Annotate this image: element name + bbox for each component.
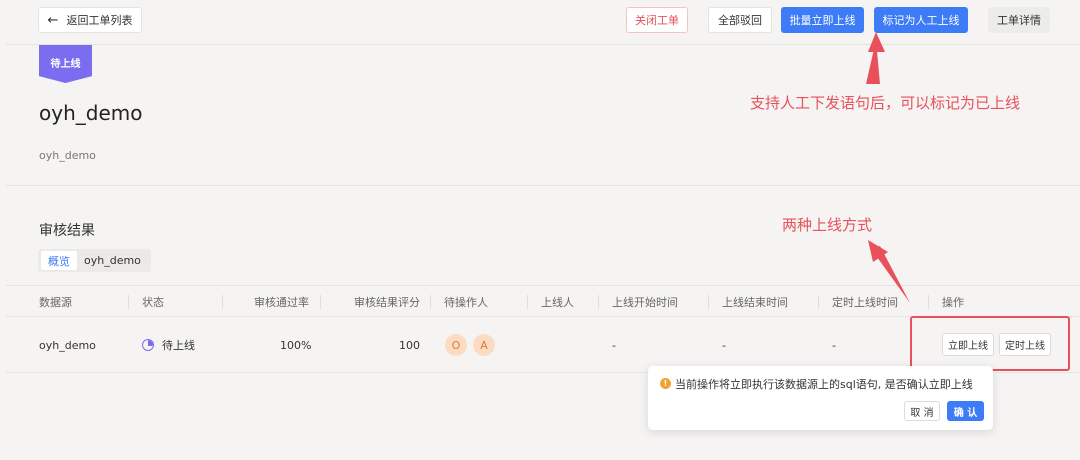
- column-header: 定时上线时间: [832, 295, 898, 309]
- status-cell: 待上线: [142, 317, 195, 373]
- column-separator: [128, 295, 129, 309]
- pending-status-icon: [142, 339, 154, 351]
- pass-rate-cell: 100%: [280, 338, 312, 352]
- status-text: 待上线: [162, 339, 195, 352]
- page-title: oyh_demo: [39, 101, 143, 125]
- column-header: 上线开始时间: [612, 295, 678, 309]
- operators-cell: O A: [445, 317, 501, 373]
- mark-manual-online-button[interactable]: 标记为人工上线: [874, 7, 968, 33]
- column-header: 待操作人: [444, 295, 488, 309]
- cancel-button[interactable]: 取 消: [904, 401, 940, 421]
- close-ticket-button[interactable]: 关闭工单: [626, 7, 688, 33]
- batch-online-button[interactable]: 批量立即上线: [781, 7, 864, 33]
- avatar: A: [473, 334, 495, 356]
- tab-overview[interactable]: 概览: [41, 251, 77, 270]
- confirm-button[interactable]: 确 认: [947, 401, 984, 421]
- annotation-highlight-box: [910, 316, 1070, 371]
- column-separator: [598, 295, 599, 309]
- score-cell: 100: [399, 338, 420, 352]
- warning-icon: !: [660, 378, 671, 389]
- arrow-left-icon: ←: [47, 12, 59, 28]
- column-header: 状态: [142, 295, 164, 309]
- back-label: 返回工单列表: [66, 14, 133, 27]
- column-separator: [818, 295, 819, 309]
- column-separator: [708, 295, 709, 309]
- datasource-cell: oyh_demo: [39, 338, 96, 352]
- end-time-cell: -: [722, 338, 726, 352]
- confirm-message: 当前操作将立即执行该数据源上的sql语句, 是否确认立即上线: [675, 378, 973, 391]
- reject-all-button[interactable]: 全部驳回: [708, 7, 772, 33]
- column-separator: [320, 295, 321, 309]
- result-tabs: 概览 oyh_demo: [38, 249, 151, 272]
- column-separator: [527, 295, 528, 309]
- column-header: 审核结果评分: [354, 295, 420, 309]
- column-header: 上线人: [541, 295, 574, 309]
- ticket-detail-button[interactable]: 工单详情: [988, 7, 1050, 33]
- status-badge: 待上线: [39, 45, 92, 83]
- annotation-text: 两种上线方式: [782, 216, 873, 234]
- tab-oyh-demo[interactable]: oyh_demo: [77, 251, 148, 270]
- table-header: 数据源 状态 审核通过率 审核结果评分 待操作人 上线人 上线开始时间 上线结束…: [6, 285, 1080, 317]
- annotation-text: 支持人工下发语句后，可以标记为已上线: [750, 94, 1021, 112]
- page-subtitle: oyh_demo: [39, 149, 96, 162]
- column-separator: [430, 295, 431, 309]
- avatar: O: [445, 334, 467, 356]
- column-separator: [222, 295, 223, 309]
- start-time-cell: -: [612, 338, 616, 352]
- divider: [6, 44, 1080, 45]
- confirm-popover: ! 当前操作将立即执行该数据源上的sql语句, 是否确认立即上线 取 消 确 认: [648, 366, 993, 430]
- back-to-list-button[interactable]: ← 返回工单列表: [38, 7, 142, 33]
- column-header: 操作: [942, 295, 964, 309]
- column-separator: [928, 295, 929, 309]
- column-header: 数据源: [39, 295, 72, 309]
- column-header: 上线结束时间: [722, 295, 788, 309]
- scheduled-time-cell: -: [832, 338, 836, 352]
- divider: [6, 185, 1080, 186]
- top-toolbar: ← 返回工单列表 关闭工单 全部驳回 批量立即上线 标记为人工上线 工单详情: [0, 0, 1080, 40]
- section-title: 审核结果: [39, 223, 95, 239]
- column-header: 审核通过率: [254, 295, 309, 309]
